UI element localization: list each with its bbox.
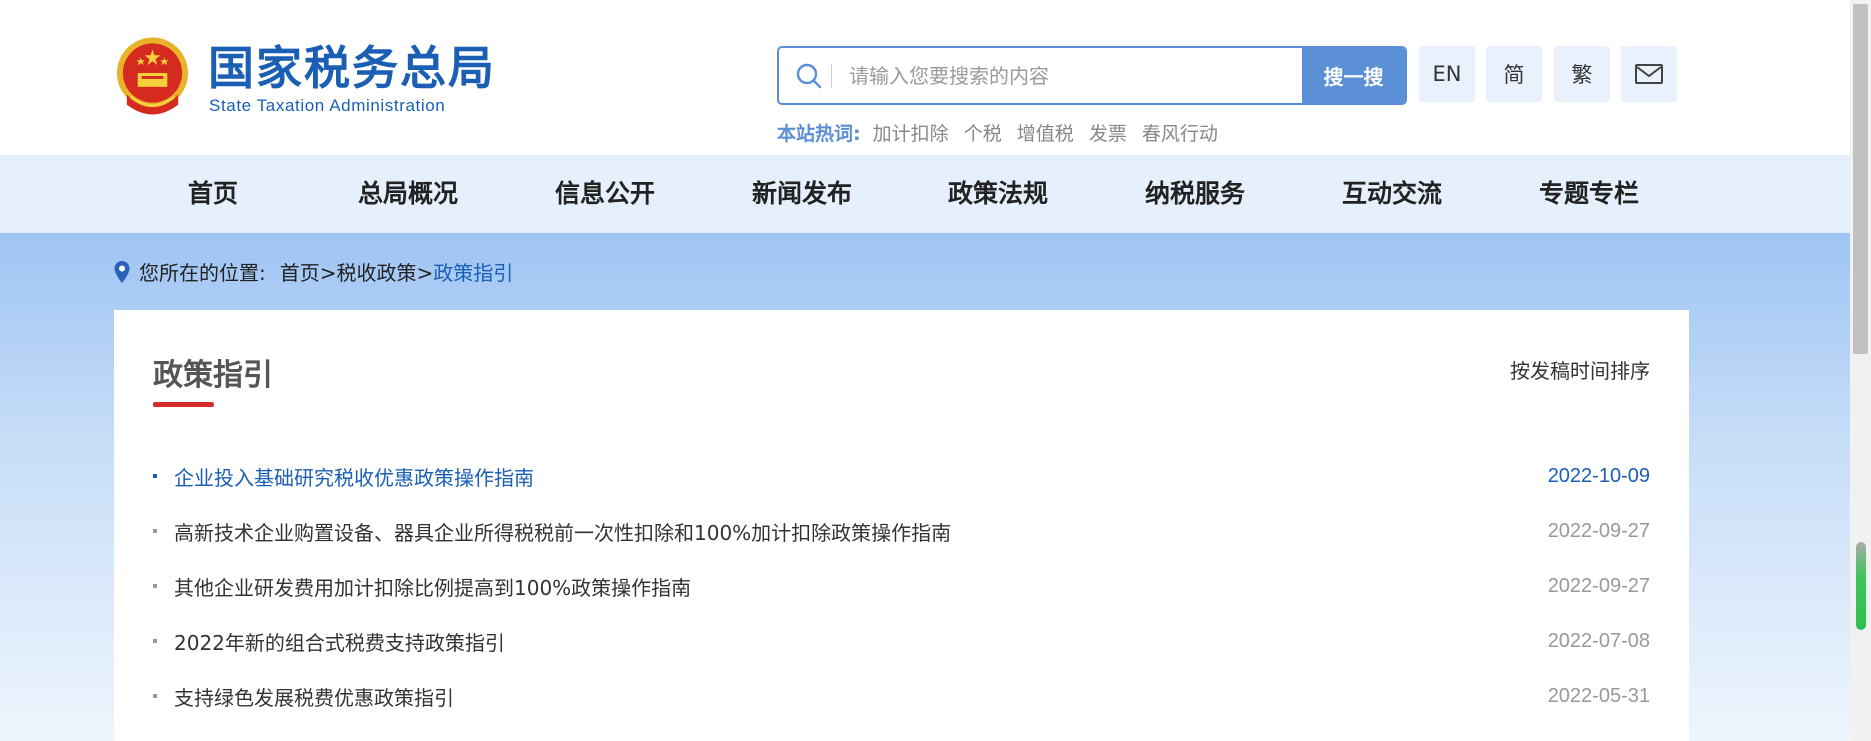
location-pin-icon — [114, 260, 130, 283]
nav-item-interaction[interactable]: 互动交流 — [1332, 155, 1452, 233]
hotwords-label: 本站热词: — [777, 123, 861, 145]
page-scrollbar[interactable] — [1850, 0, 1871, 741]
hotword-link[interactable]: 增值税 — [1017, 123, 1074, 145]
list-item[interactable]: 支持绿色发展税费优惠政策指引 2022-05-31 — [153, 676, 1650, 716]
breadcrumb-current[interactable]: 政策指引 — [433, 257, 513, 286]
list-item-title[interactable]: 其他企业研发费用加计扣除比例提高到100%政策操作指南 — [174, 572, 1548, 601]
site-subtitle: State Taxation Administration — [209, 96, 446, 115]
sort-by-date-link[interactable]: 按发稿时间排序 — [1510, 355, 1650, 384]
bullet-icon — [153, 584, 157, 588]
list-item-date: 2022-05-31 — [1547, 684, 1650, 707]
list-item-date: 2022-09-27 — [1547, 519, 1650, 542]
breadcrumb-prefix: 您所在的位置: — [139, 261, 266, 285]
site-title[interactable]: 国家税务总局 — [208, 38, 496, 98]
mail-icon — [1635, 64, 1663, 84]
list-item[interactable]: 其他企业研发费用加计扣除比例提高到100%政策操作指南 2022-09-27 — [153, 566, 1650, 606]
bullet-icon — [153, 474, 157, 478]
list-item-title[interactable]: 高新技术企业购置设备、器具企业所得税税前一次性扣除和100%加计扣除政策操作指南 — [174, 517, 1548, 546]
nav-item-home[interactable]: 首页 — [163, 155, 263, 233]
hotword-link[interactable]: 春风行动 — [1142, 123, 1218, 145]
breadcrumb-path[interactable]: 首页>税收政策> — [280, 257, 434, 286]
page-title: 政策指引 — [153, 358, 273, 393]
list-item[interactable]: 高新技术企业购置设备、器具企业所得税税前一次性扣除和100%加计扣除政策操作指南… — [153, 511, 1650, 551]
bullet-icon — [153, 639, 157, 643]
title-underline — [153, 402, 214, 407]
content-card: 政策指引 按发稿时间排序 企业投入基础研究税收优惠政策操作指南 2022-10-… — [114, 310, 1689, 741]
hotword-link[interactable]: 发票 — [1089, 123, 1127, 145]
search-input[interactable] — [849, 48, 1289, 103]
lang-en-button[interactable]: EN — [1419, 46, 1475, 102]
search-divider — [831, 64, 832, 88]
national-emblem-icon[interactable] — [113, 35, 192, 117]
list-item[interactable]: 企业投入基础研究税收优惠政策操作指南 2022-10-09 — [153, 456, 1650, 496]
scroll-indicator[interactable] — [1856, 542, 1866, 630]
breadcrumb: 您所在的位置: 首页>税收政策> 政策指引 — [113, 257, 513, 286]
hotword-link[interactable]: 加计扣除 — [873, 123, 949, 145]
bullet-icon — [153, 694, 157, 698]
list-item-date: 2022-10-09 — [1547, 464, 1650, 487]
nav-item-info-disclosure[interactable]: 信息公开 — [545, 155, 665, 233]
search-icon — [796, 63, 822, 89]
mail-button[interactable] — [1621, 46, 1677, 102]
nav-item-tax-services[interactable]: 纳税服务 — [1135, 155, 1255, 233]
site-header: 国家税务总局 State Taxation Administration 搜一搜… — [0, 0, 1850, 155]
search-box: 搜一搜 — [777, 46, 1407, 105]
list-item-title[interactable]: 支持绿色发展税费优惠政策指引 — [174, 682, 1548, 711]
hotword-link[interactable]: 个税 — [964, 123, 1002, 145]
lang-simplified-button[interactable]: 简 — [1486, 46, 1542, 102]
list-item[interactable]: 2022年新的组合式税费支持政策指引 2022-07-08 — [153, 621, 1650, 661]
list-item-title[interactable]: 2022年新的组合式税费支持政策指引 — [174, 627, 1548, 656]
list-item-title[interactable]: 企业投入基础研究税收优惠政策操作指南 — [174, 462, 1548, 491]
scrollbar-thumb[interactable] — [1853, 4, 1868, 354]
nav-item-news[interactable]: 新闻发布 — [742, 155, 862, 233]
nav-item-special-topics[interactable]: 专题专栏 — [1529, 155, 1649, 233]
main-nav: 首页 总局概况 信息公开 新闻发布 政策法规 纳税服务 互动交流 专题专栏 — [0, 155, 1850, 233]
nav-item-overview[interactable]: 总局概况 — [348, 155, 468, 233]
lang-traditional-button[interactable]: 繁 — [1554, 46, 1610, 102]
hotwords-bar: 本站热词: 加计扣除 个税 增值税 发票 春风行动 — [777, 119, 1227, 146]
nav-item-policies[interactable]: 政策法规 — [938, 155, 1058, 233]
search-button[interactable]: 搜一搜 — [1302, 48, 1405, 103]
list-item-date: 2022-07-08 — [1547, 629, 1650, 652]
bullet-icon — [153, 529, 157, 533]
list-item-date: 2022-09-27 — [1547, 574, 1650, 597]
